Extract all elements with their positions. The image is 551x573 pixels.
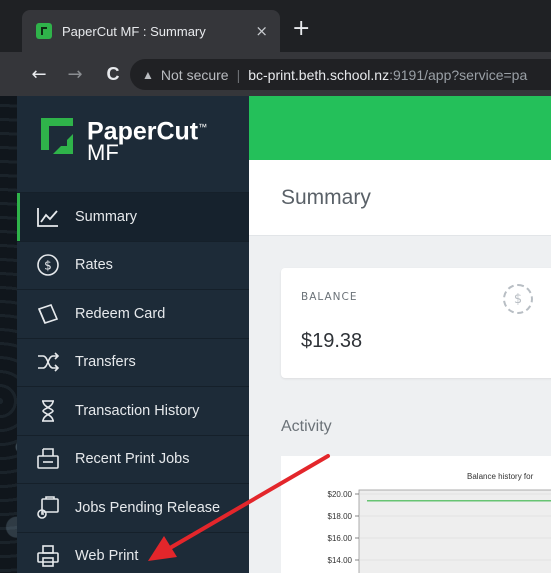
sidebar-item-transfers[interactable]: Transfers [17,337,249,387]
balance-history-chart: Balance history for $20.00 $18.00 $16.00 $1… [281,456,551,573]
papercut-logo-icon [41,118,73,154]
sidebar-nav: Summary $ Rates Redeem Card Transfers Tr… [17,192,249,573]
browser-tab-bar: PaperCut MF : Summary × + [0,0,551,52]
chart-plot: $20.00 $18.00 $16.00 $14.00 [328,489,551,573]
y-tick-label: $16.00 [328,534,353,543]
sidebar-item-label: Transfers [75,354,136,371]
tab-title: PaperCut MF : Summary [62,23,206,39]
sidebar-item-label: Rates [75,257,113,274]
main-content: Summary BALANCE $ $19.38 Activity Balanc… [249,96,551,573]
sidebar-item-label: Summary [75,208,138,225]
dollar-coin-icon: $ [503,284,533,314]
papercut-favicon-icon [36,23,52,39]
sidebar-item-label: Web Print [75,548,139,565]
hourglass-icon [35,398,61,424]
sidebar-item-label: Transaction History [75,402,200,419]
sidebar-item-rates[interactable]: $ Rates [17,240,249,290]
page-title: Summary [281,186,371,209]
new-tab-button[interactable]: + [292,18,310,40]
logo-line2: MF [87,140,119,166]
sidebar-item-label: Redeem Card [75,305,166,322]
card-icon [35,301,61,327]
sidebar-item-redeem-card[interactable]: Redeem Card [17,289,249,338]
address-bar[interactable]: ▲ Not secure | bc-print.beth.school.nz:9… [130,59,551,90]
url-host: bc-print.beth.school.nz [248,66,390,83]
sidebar-item-label: Recent Print Jobs [75,451,190,468]
sidebar-item-label: Jobs Pending Release [75,499,221,516]
sidebar: PaperCut™ MF Summary $ Rates Redeem Card [17,96,249,573]
balance-value: $19.38 [301,330,363,352]
summary-chart-icon [35,204,61,230]
balance-card: BALANCE $ $19.38 [281,268,551,378]
sidebar-item-web-print[interactable]: Web Print [17,531,249,573]
reload-button[interactable]: C [98,64,128,85]
svg-text:$: $ [44,259,52,273]
url-separator: | [236,66,241,83]
security-status[interactable]: Not secure [161,67,229,83]
papercut-logo[interactable]: PaperCut™ MF [17,96,249,192]
y-tick-label: $20.00 [328,490,353,499]
url-path: :9191/app?service=pa [389,66,528,83]
sidebar-item-jobs-pending-release[interactable]: Jobs Pending Release [17,483,249,532]
plot-area [358,489,551,573]
back-button[interactable]: ← [24,64,54,85]
printer-tray-icon [35,446,61,472]
browser-toolbar: ← → C ▲ Not secure | bc-print.beth.schoo… [0,52,551,96]
transfer-arrows-icon [35,349,61,375]
logo-text: PaperCut™ MF [87,116,207,164]
y-tick-label: $18.00 [328,512,353,521]
activity-heading: Activity [281,418,332,435]
header-bar [249,96,551,160]
title-bar: Summary [249,160,551,236]
sidebar-item-summary[interactable]: Summary [17,192,249,241]
forward-button[interactable]: → [60,64,90,85]
dollar-circle-icon: $ [35,252,61,278]
pending-release-icon [35,495,61,521]
tab-close-icon[interactable]: × [255,22,268,40]
y-tick-label: $14.00 [328,556,353,565]
browser-tab[interactable]: PaperCut MF : Summary × [22,10,280,52]
printer-icon [35,543,61,569]
sidebar-item-recent-print-jobs[interactable]: Recent Print Jobs [17,434,249,484]
sidebar-item-transaction-history[interactable]: Transaction History [17,386,249,435]
warning-triangle-icon: ▲ [142,67,154,82]
balance-label: BALANCE [301,291,358,303]
logo-trademark: ™ [198,122,208,132]
